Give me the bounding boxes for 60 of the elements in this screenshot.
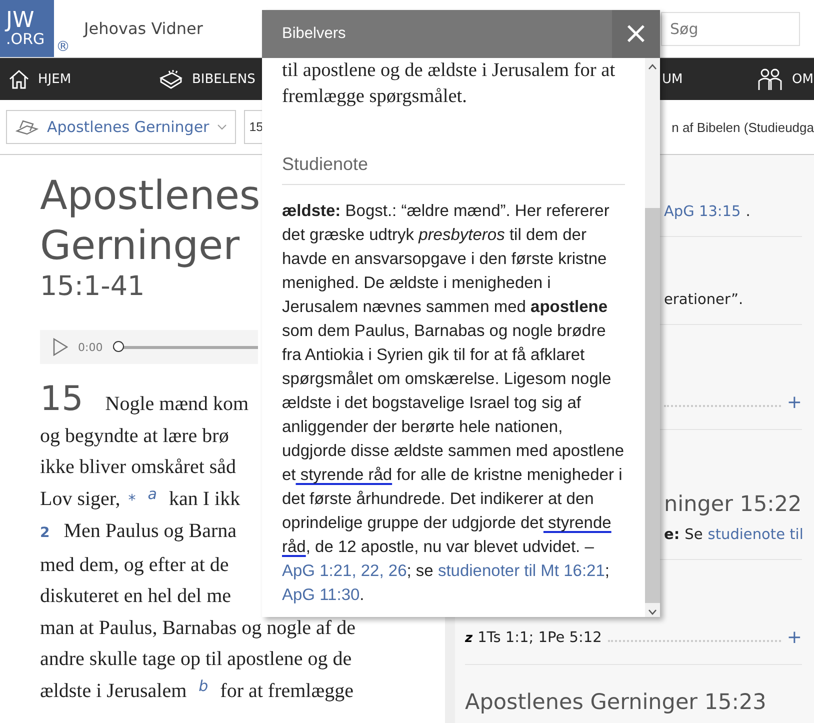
scripture-link[interactable]: ApG 1:21, 22, 26 bbox=[282, 562, 407, 580]
translation-label[interactable]: n af Bibelen (Studieudga bbox=[672, 120, 814, 134]
verse-text: til apostlene og de ældste i Jerusalem for at fremlægge spørgsmålet. bbox=[282, 59, 616, 109]
scripture-link[interactable]: studienoter til Mt 16:21 bbox=[438, 562, 605, 580]
people-icon bbox=[756, 67, 784, 91]
book-icon bbox=[158, 68, 184, 90]
verse-text: Men Paulus og Barna bbox=[64, 519, 237, 544]
verse-text: kan I ikk bbox=[169, 486, 240, 512]
scripture-link[interactable]: ApG 13:15 bbox=[664, 204, 741, 220]
search-field[interactable]: Søg bbox=[661, 12, 800, 46]
reference-link[interactable]: a bbox=[148, 478, 157, 510]
scroll-up-icon[interactable] bbox=[648, 64, 657, 70]
book-title: Apostlenes Gerninger bbox=[40, 172, 260, 271]
chapter-range: 15:1-41 bbox=[40, 271, 145, 302]
nav-item[interactable]: HJEM bbox=[8, 68, 72, 90]
nav-item[interactable]: UM bbox=[662, 72, 683, 86]
book-dropdown[interactable]: Apostlenes Gerninger bbox=[6, 110, 236, 144]
dialog-title: Bibelvers bbox=[281, 25, 347, 43]
note-text: . bbox=[746, 204, 750, 220]
scrollbar[interactable] bbox=[645, 58, 660, 617]
note-text: Se bbox=[684, 527, 703, 543]
site-name[interactable]: Jehovas Vidner bbox=[84, 19, 203, 38]
verse-text: man at Paulus, Barnabas og nogle af de bbox=[40, 616, 356, 640]
registered-mark: ® bbox=[56, 39, 70, 55]
verse-text: Lov siger, bbox=[40, 486, 120, 512]
verse-text: ældste i Jerusalem bbox=[40, 678, 187, 704]
nav-item[interactable]: OM bbox=[756, 67, 814, 91]
verse-text: ikke bliver omskåret såd bbox=[40, 455, 236, 480]
footnote-letter: z bbox=[465, 630, 473, 646]
nav-item[interactable]: BIBELENS bbox=[158, 68, 256, 90]
footnote-link[interactable]: * bbox=[128, 484, 136, 516]
note-label: e: bbox=[664, 527, 680, 543]
verse-text: for at fremlægge bbox=[220, 678, 354, 704]
verse-number[interactable]: 2 bbox=[40, 518, 50, 550]
verse-heading: Apostlenes Gerninger 15:23 bbox=[465, 690, 768, 715]
note-text: 1Ts 1:1; 1Pe 5:12 bbox=[478, 630, 602, 646]
section-heading: Studienote bbox=[282, 154, 625, 185]
verse-heading: ninger 15:22 bbox=[664, 492, 802, 517]
scripture-link[interactable]: ApG 11:30 bbox=[282, 586, 360, 604]
verse-text: Nogle mænd kom bbox=[105, 392, 249, 417]
reference-link[interactable]: b bbox=[198, 670, 208, 702]
verse-text: og begyndte at lære brø bbox=[40, 424, 229, 448]
expand-toggle[interactable]: + bbox=[786, 392, 802, 413]
chapter-number: 15 bbox=[40, 382, 84, 416]
time-label: 0:00 bbox=[78, 340, 103, 354]
close-button[interactable]: × bbox=[612, 10, 660, 58]
study-note: ældste: Bogst.: “ældre mænd”. Her refererer det græske udtryk presbyteros til dem der havde en ansvarsopgave i den første kristne menighed. De ældste i menigheden i Jerusalem nævnes sammen med apostlene som dem Paulus, Barnabas og nogle brødre fra Antiokia i Syrien gik til for at få afklaret spørgsmålet om omskærelse. Ligesom nogle ældste i det bogstavelige Israel tog sig af anliggender der berørte hele nationen, udgjorde disse ældste sammen med apostlene et styrende råd for alle de kristne menigheder i det første århundrede. Det indikerer at den oprindelige gruppe der udgjorde det styrende råd, de 12 apostle, nu var blevet udvidet. – ApG 1:21, 22, 26; se studienoter til Mt 16:21; ApG 11:30. bbox=[282, 201, 626, 606]
scripture-link[interactable]: studienote til bbox=[708, 527, 804, 543]
home-icon bbox=[8, 68, 30, 90]
verse-text: diskuteret en hel del me bbox=[40, 584, 232, 609]
scroll-down-icon[interactable] bbox=[648, 609, 657, 615]
verse-text: andre skulle tage op til apostlene og de bbox=[40, 647, 352, 672]
play-icon[interactable] bbox=[52, 338, 68, 356]
caret-icon bbox=[217, 124, 228, 130]
note-text: erationer”. bbox=[664, 292, 744, 308]
book-icon bbox=[15, 119, 39, 135]
verse-text: med dem, og efter at de bbox=[40, 552, 229, 578]
slider-thumb[interactable] bbox=[112, 341, 124, 352]
site-logo[interactable]: JW .ORG bbox=[0, 0, 54, 57]
expand-toggle[interactable]: + bbox=[786, 627, 802, 648]
